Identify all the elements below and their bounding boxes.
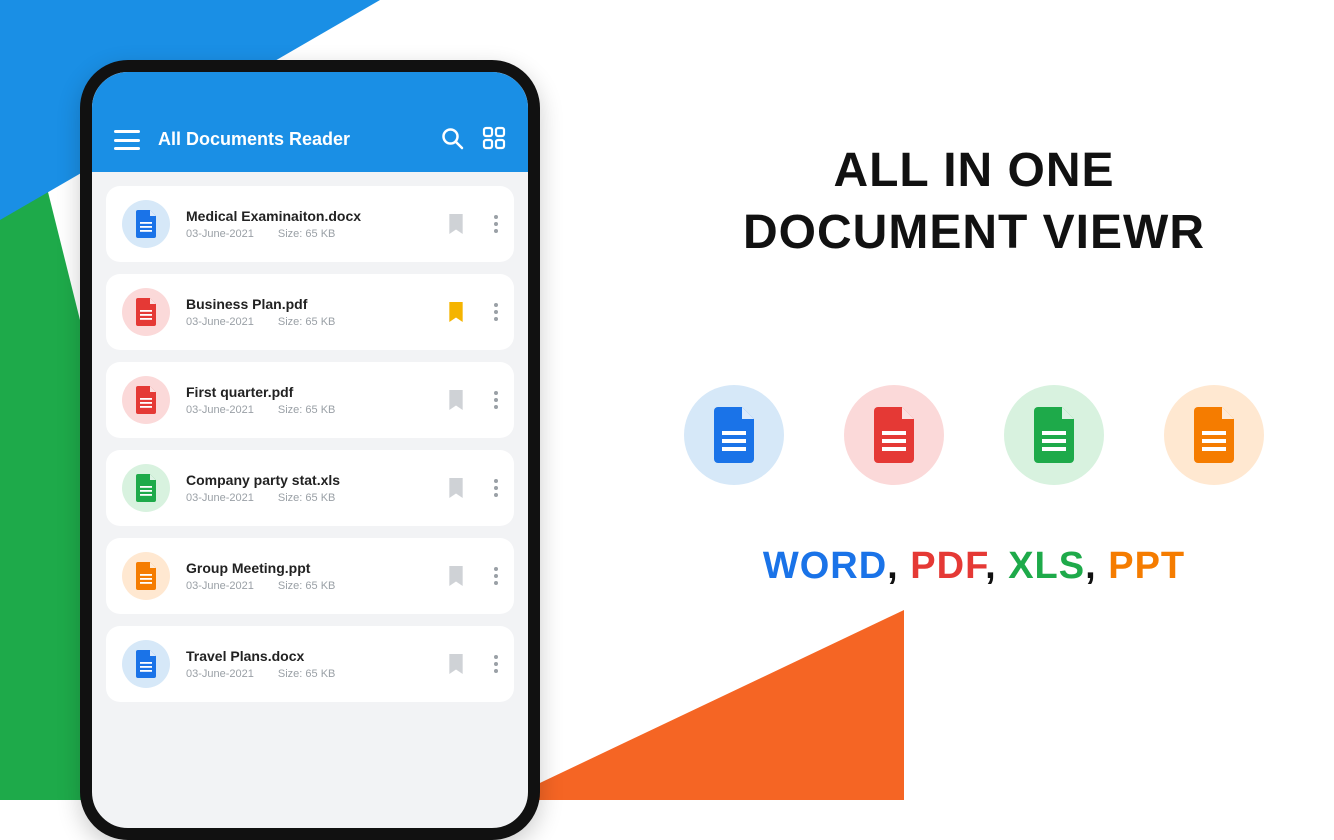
file-card[interactable]: Medical Examinaiton.docx 03-June-2021 Si… <box>106 186 514 262</box>
file-name: Company party stat.xls <box>186 472 432 488</box>
heading-line-2: DOCUMENT VIEWR <box>743 206 1205 259</box>
file-name: First quarter.pdf <box>186 384 432 400</box>
file-card[interactable]: Group Meeting.ppt 03-June-2021 Size: 65 … <box>106 538 514 614</box>
file-type-icon <box>122 640 170 688</box>
file-size: Size: 65 KB <box>278 492 335 504</box>
label-word: WORD <box>763 545 887 587</box>
file-size: Size: 65 KB <box>278 228 335 240</box>
more-icon[interactable] <box>494 303 498 321</box>
bookmark-icon[interactable] <box>448 214 464 234</box>
more-icon[interactable] <box>494 655 498 673</box>
more-icon[interactable] <box>494 391 498 409</box>
pdf-icon <box>844 385 944 485</box>
file-date: 03-June-2021 <box>186 228 254 240</box>
file-type-icon <box>122 376 170 424</box>
bookmark-icon[interactable] <box>448 654 464 674</box>
search-icon[interactable] <box>440 126 464 150</box>
file-date: 03-June-2021 <box>186 580 254 592</box>
grid-icon[interactable] <box>482 126 506 150</box>
file-name: Business Plan.pdf <box>186 296 432 312</box>
file-type-icon <box>122 464 170 512</box>
file-card[interactable]: Travel Plans.docx 03-June-2021 Size: 65 … <box>106 626 514 702</box>
file-name: Medical Examinaiton.docx <box>186 208 432 224</box>
file-list: Medical Examinaiton.docx 03-June-2021 Si… <box>92 172 528 716</box>
bookmark-icon[interactable] <box>448 302 464 322</box>
file-info: First quarter.pdf 03-June-2021 Size: 65 … <box>186 384 432 416</box>
file-size: Size: 65 KB <box>278 404 335 416</box>
label-ppt: PPT <box>1108 545 1185 587</box>
file-date: 03-June-2021 <box>186 316 254 328</box>
xls-icon <box>1004 385 1104 485</box>
file-size: Size: 65 KB <box>278 580 335 592</box>
file-type-icon <box>122 200 170 248</box>
app-header: All Documents Reader <box>92 72 528 172</box>
label-pdf: PDF <box>910 545 985 587</box>
file-size: Size: 65 KB <box>278 316 335 328</box>
file-card[interactable]: Business Plan.pdf 03-June-2021 Size: 65 … <box>106 274 514 350</box>
file-date: 03-June-2021 <box>186 668 254 680</box>
hamburger-icon[interactable] <box>114 130 140 150</box>
file-info: Business Plan.pdf 03-June-2021 Size: 65 … <box>186 296 432 328</box>
promo-area: ALL IN ONE DOCUMENT VIEWR WORD, PDF, XLS… <box>614 140 1334 588</box>
ppt-icon <box>1164 385 1264 485</box>
file-name: Travel Plans.docx <box>186 648 432 664</box>
more-icon[interactable] <box>494 479 498 497</box>
app-title: All Documents Reader <box>158 129 440 150</box>
bookmark-icon[interactable] <box>448 478 464 498</box>
file-size: Size: 65 KB <box>278 668 335 680</box>
word-icon <box>684 385 784 485</box>
file-type-icon <box>122 288 170 336</box>
file-info: Travel Plans.docx 03-June-2021 Size: 65 … <box>186 648 432 680</box>
format-labels: WORD, PDF, XLS, PPT <box>614 545 1334 588</box>
file-card[interactable]: First quarter.pdf 03-June-2021 Size: 65 … <box>106 362 514 438</box>
file-card[interactable]: Company party stat.xls 03-June-2021 Size… <box>106 450 514 526</box>
phone-mockup: All Documents Reader Medical Examinaiton… <box>80 60 540 840</box>
bookmark-icon[interactable] <box>448 390 464 410</box>
file-type-icon <box>122 552 170 600</box>
file-info: Company party stat.xls 03-June-2021 Size… <box>186 472 432 504</box>
label-xls: XLS <box>1008 545 1085 587</box>
more-icon[interactable] <box>494 567 498 585</box>
promo-heading: ALL IN ONE DOCUMENT VIEWR <box>614 140 1334 265</box>
file-info: Group Meeting.ppt 03-June-2021 Size: 65 … <box>186 560 432 592</box>
decorative-triangle-orange <box>504 610 904 800</box>
file-name: Group Meeting.ppt <box>186 560 432 576</box>
format-icon-row <box>614 385 1334 485</box>
heading-line-1: ALL IN ONE <box>833 144 1114 197</box>
file-date: 03-June-2021 <box>186 492 254 504</box>
bookmark-icon[interactable] <box>448 566 464 586</box>
file-info: Medical Examinaiton.docx 03-June-2021 Si… <box>186 208 432 240</box>
more-icon[interactable] <box>494 215 498 233</box>
file-date: 03-June-2021 <box>186 404 254 416</box>
